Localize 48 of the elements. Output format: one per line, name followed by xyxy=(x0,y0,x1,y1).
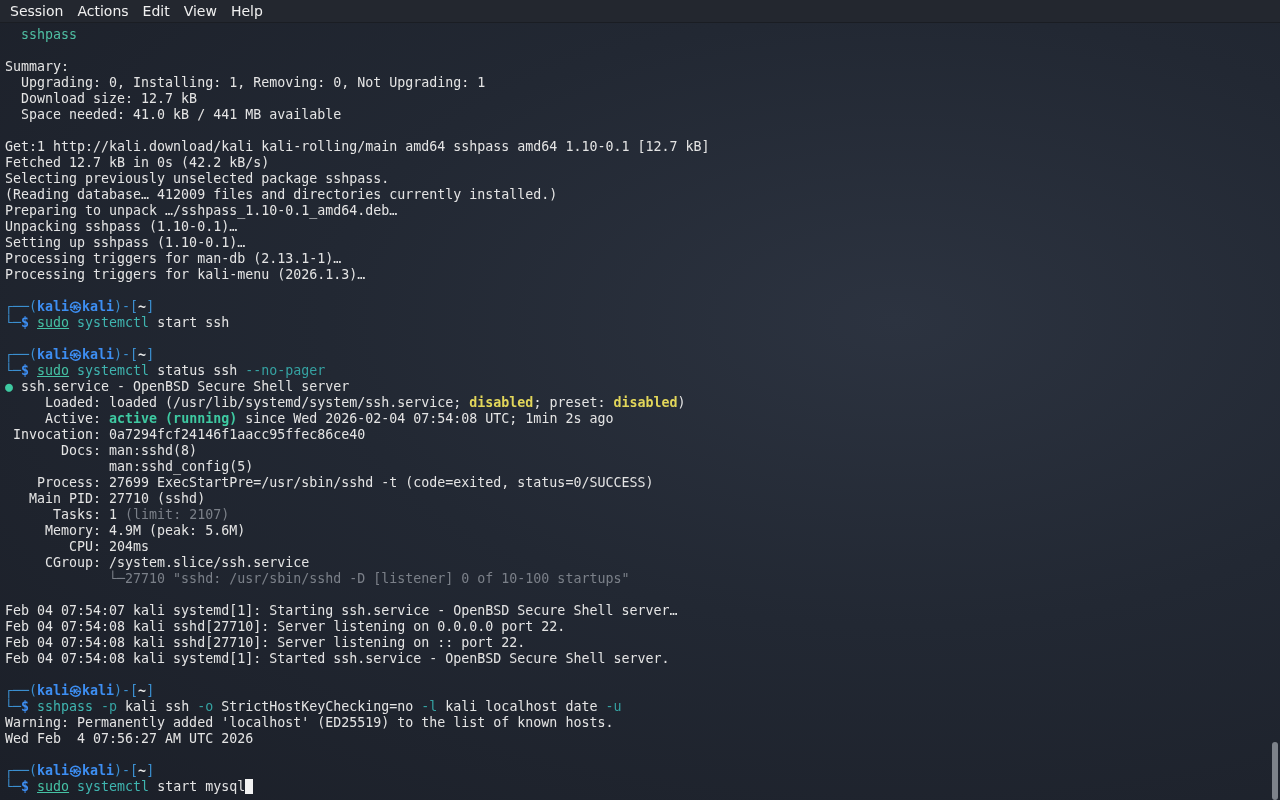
command-line: └─$ sudo systemctl start mysql xyxy=(5,779,246,794)
output-line: Docs: man:sshd(8) xyxy=(60,443,198,459)
output-line: Main PID: 27710 (sshd) xyxy=(28,491,206,507)
text-cursor xyxy=(245,779,254,794)
menu-item[interactable]: View xyxy=(176,0,224,22)
output-line: Tasks: 1 (limit: 2107) xyxy=(52,507,230,523)
menu-item[interactable]: Help xyxy=(223,0,270,22)
output-line: Invocation: 0a7294fcf24146f1aacc95ffec86ce40 xyxy=(12,427,366,443)
output-line: man:sshd_config(5) xyxy=(108,459,254,475)
output-line: Active: active (running) since Wed 2026-02-04 07:54:08 UTC; 1min 2s ago xyxy=(44,411,614,427)
prompt-line: ┌──(kali㉿kali)-[~] xyxy=(5,683,155,699)
output-line: Upgrading: 0, Installing: 1, Removing: 0, Not Upgrading: 1 xyxy=(20,75,486,91)
output-line: ● ssh.service - OpenBSD Secure Shell server xyxy=(5,379,350,395)
output-line: Preparing to unpack …/sshpass_1.10-0.1_amd64.deb… xyxy=(5,203,398,219)
scrollbar-thumb[interactable] xyxy=(1272,742,1278,800)
output-line: Feb 04 07:54:07 kali systemd[1]: Starting ssh.service - OpenBSD Secure Shell server… xyxy=(5,603,678,619)
output-line: Feb 04 07:54:08 kali sshd[27710]: Server listening on :: port 22. xyxy=(5,635,526,651)
output-line: sshpass xyxy=(20,27,78,43)
command-line: └─$ sudo systemctl status ssh --no-pager xyxy=(5,363,326,379)
command-line: └─$ sudo systemctl start ssh xyxy=(5,315,230,331)
output-line: Feb 04 07:54:08 kali systemd[1]: Started ssh.service - OpenBSD Secure Shell server. xyxy=(5,651,670,667)
output-line: Summary: xyxy=(5,59,70,75)
output-line: Wed Feb 4 07:56:27 AM UTC 2026 xyxy=(5,731,254,747)
output-line: Get:1 http://kali.download/kali kali-rolling/main amd64 sshpass amd64 1.10-0.1 [12.7 kB] xyxy=(5,139,710,155)
output-line: Setting up sshpass (1.10-0.1)… xyxy=(5,235,246,251)
menu-item[interactable]: Edit xyxy=(135,0,177,22)
command-line: └─$ sshpass -p kali ssh -o StrictHostKeyChecking=no -l kali localhost date -u xyxy=(5,699,622,715)
menu-item[interactable]: Actions xyxy=(70,0,136,22)
output-line: Selecting previously unselected package sshpass. xyxy=(5,171,390,187)
output-line: Fetched 12.7 kB in 0s (42.2 kB/s) xyxy=(5,155,270,171)
output-line: (Reading database… 412009 files and directories currently installed.) xyxy=(5,187,558,203)
output-line: Processing triggers for kali-menu (2026.1.3)… xyxy=(5,267,366,283)
output-line: Process: 27699 ExecStartPre=/usr/sbin/sshd -t (code=exited, status=0/SUCCESS) xyxy=(36,475,654,491)
output-line: Unpacking sshpass (1.10-0.1)… xyxy=(5,219,238,235)
output-line: Space needed: 41.0 kB / 441 MB available xyxy=(20,107,342,123)
menu-item[interactable]: Session xyxy=(3,0,71,22)
output-line: └─27710 "sshd: /usr/sbin/sshd -D [listener] 0 of 10-100 startups" xyxy=(108,571,630,587)
output-line: Feb 04 07:54:08 kali sshd[27710]: Server listening on 0.0.0.0 port 22. xyxy=(5,619,566,635)
prompt-line: ┌──(kali㉿kali)-[~] xyxy=(5,299,155,315)
output-line: CPU: 204ms xyxy=(68,539,150,555)
output-line: Loaded: loaded (/usr/lib/systemd/system/ssh.service; disabled; preset: disabled) xyxy=(44,395,686,411)
output-line: Memory: 4.9M (peak: 5.6M) xyxy=(44,523,246,539)
prompt-line: ┌──(kali㉿kali)-[~] xyxy=(5,763,155,779)
prompt-line: ┌──(kali㉿kali)-[~] xyxy=(5,347,155,363)
output-line: CGroup: /system.slice/ssh.service xyxy=(44,555,310,571)
output-line: Warning: Permanently added 'localhost' (ED25519) to the list of known hosts. xyxy=(5,715,614,731)
output-line: Processing triggers for man-db (2.13.1-1)… xyxy=(5,251,342,267)
output-line: Download size: 12.7 kB xyxy=(20,91,198,107)
